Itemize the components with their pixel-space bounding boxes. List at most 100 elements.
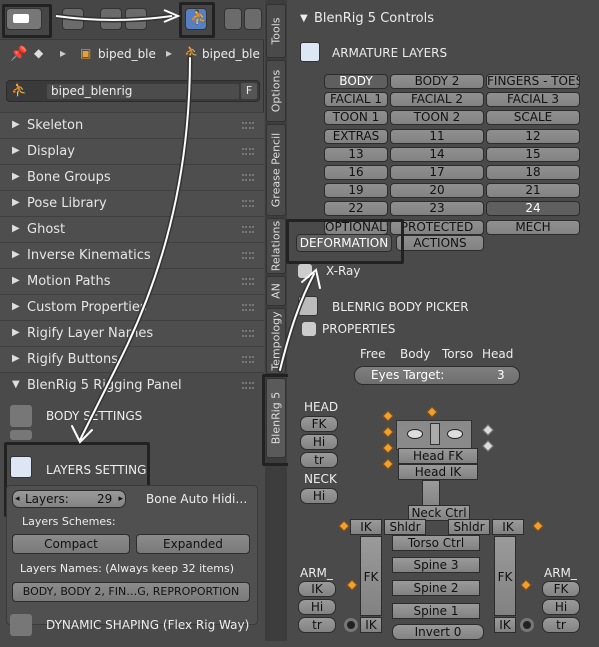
keyframe-diamond[interactable] bbox=[338, 520, 350, 532]
keyframe-diamond[interactable] bbox=[382, 458, 394, 470]
head-fk-ctrl[interactable]: Head FK bbox=[398, 448, 478, 464]
layer-button[interactable]: BODY 2 bbox=[390, 74, 484, 89]
spine-3-ctrl[interactable]: Spine 3 bbox=[392, 557, 480, 573]
pivot-icon[interactable] bbox=[520, 618, 534, 632]
drag-handle-icon[interactable] bbox=[242, 148, 254, 155]
panel-header[interactable]: ▶ Display bbox=[0, 138, 264, 164]
head-picker[interactable] bbox=[396, 420, 472, 450]
layer-button[interactable]: 18 bbox=[486, 165, 580, 180]
drag-handle-icon[interactable] bbox=[242, 330, 254, 337]
keyframe-diamond[interactable] bbox=[532, 520, 544, 532]
panel-header[interactable]: ▶ Ghost bbox=[0, 216, 264, 242]
drag-handle-icon[interactable] bbox=[242, 304, 254, 311]
rigging-panel-header[interactable]: ▼ BlenRig 5 Rigging Panel bbox=[0, 372, 264, 398]
expanded-button[interactable]: Expanded bbox=[136, 534, 250, 554]
layer-button[interactable]: 20 bbox=[390, 183, 484, 199]
ik-left[interactable]: IK bbox=[350, 519, 382, 535]
layer-button[interactable]: PROTECTED bbox=[390, 219, 484, 235]
shoulder-right[interactable]: Shldr bbox=[448, 519, 490, 535]
arm-right-hinge-button[interactable]: Hi bbox=[542, 599, 580, 615]
layer-button[interactable]: 14 bbox=[390, 146, 484, 162]
pivot-icon[interactable] bbox=[344, 618, 358, 632]
panel-header[interactable]: ▶ Bone Groups bbox=[0, 164, 264, 190]
drag-handle-icon[interactable] bbox=[242, 278, 254, 285]
spine-1-ctrl[interactable]: Spine 1 bbox=[392, 603, 480, 619]
neck-hinge-button[interactable]: Hi bbox=[300, 488, 338, 504]
eyes-target-slider[interactable]: Eyes Target: 3 bbox=[354, 366, 520, 385]
tab-an[interactable]: AN bbox=[266, 276, 286, 306]
panel-header[interactable]: ▶ Pose Library bbox=[0, 190, 264, 216]
panel-header[interactable]: ▶ Rigify Buttons bbox=[0, 346, 264, 372]
layer-button[interactable]: EXTRAS bbox=[324, 128, 388, 144]
panel-header[interactable]: ▶ Skeleton bbox=[0, 112, 264, 138]
tab-relations[interactable]: Relations bbox=[266, 218, 286, 274]
panel-header[interactable]: ▶ Custom Properties bbox=[0, 294, 264, 320]
keyframe-diamond[interactable] bbox=[482, 440, 494, 452]
layer-button[interactable]: BODY bbox=[324, 74, 388, 89]
layer-button[interactable]: TOON 1 bbox=[324, 110, 388, 126]
drag-handle-icon[interactable] bbox=[242, 122, 254, 129]
fake-user-button[interactable]: F bbox=[241, 83, 257, 99]
panel-header[interactable]: ▶ Motion Paths bbox=[0, 268, 264, 294]
arm-right-tr-button[interactable]: tr bbox=[542, 617, 580, 633]
layer-button[interactable]: MECH bbox=[486, 219, 580, 235]
xray-checkbox[interactable] bbox=[298, 264, 312, 278]
body-settings-label[interactable]: BODY SETTINGS bbox=[46, 409, 142, 423]
spine-2-ctrl[interactable]: Spine 2 bbox=[392, 580, 480, 596]
keyframe-diamond[interactable] bbox=[482, 424, 494, 436]
compact-button[interactable]: Compact bbox=[12, 534, 130, 554]
arm-left-tr-button[interactable]: tr bbox=[298, 617, 336, 633]
arm-right-fk-button[interactable]: FK bbox=[542, 581, 580, 597]
layers-count-field[interactable]: ◂ Layers: 29 ▸ bbox=[12, 490, 126, 508]
head-tr-button[interactable]: tr bbox=[300, 452, 338, 468]
eyes-target-icon[interactable] bbox=[430, 423, 440, 445]
armature-datablock-field[interactable]: ⛹ biped_blenrig F bbox=[6, 80, 260, 102]
keyframe-diamond[interactable] bbox=[520, 579, 532, 591]
drag-handle-icon[interactable] bbox=[242, 174, 254, 181]
head-fk-button[interactable]: FK bbox=[300, 416, 338, 432]
ik-right[interactable]: IK bbox=[492, 519, 524, 535]
eye-right-icon[interactable] bbox=[447, 429, 463, 439]
layer-button[interactable]: FACIAL 1 bbox=[324, 92, 388, 108]
arm-right-ik[interactable]: IK bbox=[494, 617, 516, 633]
layer-button[interactable]: 17 bbox=[390, 165, 484, 180]
dynamic-shaping-label[interactable]: DYNAMIC SHAPING (Flex Rig Way) bbox=[46, 618, 249, 632]
layer-button[interactable]: TOON 2 bbox=[390, 110, 484, 126]
drag-handle-icon[interactable] bbox=[242, 200, 254, 207]
keyframe-diamond[interactable] bbox=[382, 426, 394, 438]
layer-button[interactable]: 15 bbox=[486, 146, 580, 162]
drag-handle-icon[interactable] bbox=[242, 356, 254, 363]
tab-grease-pencil[interactable]: Grease Pencil bbox=[266, 124, 286, 216]
layer-button[interactable]: 23 bbox=[390, 201, 484, 217]
properties-checkbox[interactable] bbox=[302, 322, 316, 336]
panel-header[interactable]: ▶ Rigify Layer Names bbox=[0, 320, 264, 346]
invert-slider[interactable]: Invert 0 bbox=[392, 624, 484, 640]
tab-tempology[interactable]: Tempology bbox=[266, 308, 286, 374]
panel-header[interactable]: ▶ Inverse Kinematics bbox=[0, 242, 264, 268]
arm-left-fk[interactable]: FK bbox=[360, 536, 382, 616]
pin-icon[interactable]: 📌 bbox=[10, 46, 27, 62]
constraint-tab-icon[interactable] bbox=[244, 8, 262, 30]
keyframe-diamond[interactable] bbox=[426, 406, 438, 418]
keyframe-diamond[interactable] bbox=[382, 442, 394, 454]
layers-setting-label[interactable]: LAYERS SETTING bbox=[46, 463, 146, 477]
layer-button[interactable]: FACIAL 3 bbox=[486, 92, 580, 108]
head-hinge-button[interactable]: Hi bbox=[300, 434, 338, 450]
arm-right-fk[interactable]: FK bbox=[494, 536, 516, 616]
keyframe-diamond[interactable] bbox=[346, 579, 358, 591]
bone-tab-icon[interactable] bbox=[224, 8, 242, 30]
keyframe-diamond[interactable] bbox=[382, 410, 394, 422]
layer-button[interactable]: 13 bbox=[324, 146, 388, 162]
arm-left-hinge-button[interactable]: Hi bbox=[298, 599, 336, 615]
layer-button[interactable]: 12 bbox=[486, 128, 580, 144]
drag-handle-icon[interactable] bbox=[242, 252, 254, 259]
layer-button[interactable]: 16 bbox=[324, 165, 388, 180]
tab-options[interactable]: Options bbox=[266, 60, 286, 122]
layers-names-field[interactable]: BODY, BODY 2, FIN…G, REPROPORTION bbox=[12, 582, 250, 602]
head-ik-ctrl[interactable]: Head IK bbox=[398, 464, 478, 480]
arm-left-ik-button[interactable]: IK bbox=[298, 581, 336, 597]
layer-button[interactable]: FACIAL 2 bbox=[390, 92, 484, 108]
layer-button[interactable]: 21 bbox=[486, 183, 580, 199]
actions-button[interactable]: ACTIONS bbox=[396, 235, 484, 251]
tab-tools[interactable]: Tools bbox=[266, 4, 286, 58]
